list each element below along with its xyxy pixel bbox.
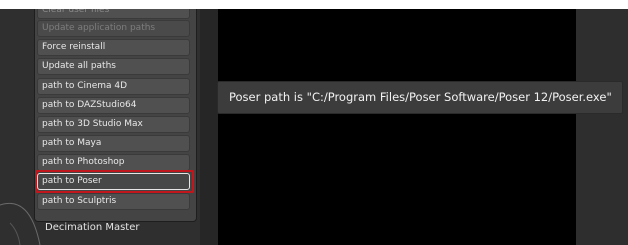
path-to-sculptris-button[interactable]: path to Sculptris [37,193,190,210]
force-reinstall-button[interactable]: Force reinstall [37,39,190,56]
path-to-photoshop-button[interactable]: path to Photoshop [37,154,190,171]
zbrush-window: Clear user files Update application path… [0,9,628,245]
right-shelf [576,9,628,245]
path-tooltip: Poser path is "C:/Program Files/Poser So… [217,81,623,114]
path-to-3d-studio-max-button[interactable]: path to 3D Studio Max [37,116,190,133]
path-to-maya-button[interactable]: path to Maya [37,135,190,152]
update-application-paths-button: Update application paths [37,20,190,37]
update-all-paths-button[interactable]: Update all paths [37,58,190,75]
path-to-cinema4d-button[interactable]: path to Cinema 4D [37,78,190,95]
path-to-poser-button[interactable]: path to Poser [37,173,190,190]
clear-user-files-button[interactable]: Clear user files [37,9,190,19]
decimation-master-header[interactable]: Decimation Master [45,222,139,233]
canvas-viewport[interactable] [218,9,576,245]
sidebar: Clear user files Update application path… [0,9,200,245]
path-to-dazstudio64-button[interactable]: path to DAZStudio64 [37,97,190,114]
